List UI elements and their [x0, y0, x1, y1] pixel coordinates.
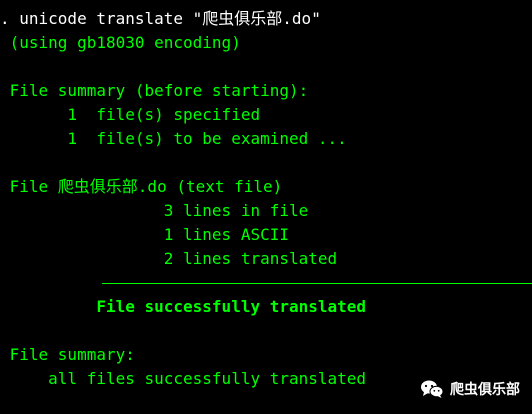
- watermark-label: 爬虫俱乐部: [450, 382, 520, 398]
- encoding-note: (using gb18030 encoding): [0, 33, 241, 52]
- lines-in-file: 3 lines in file: [0, 201, 309, 220]
- files-examined: 1 file(s) to be examined ...: [0, 129, 347, 148]
- separator-rule: [102, 283, 532, 284]
- summary-heading: File summary:: [0, 345, 135, 364]
- watermark: 爬虫俱乐部: [420, 377, 520, 401]
- all-translated: all files successfully translated: [0, 369, 367, 388]
- file-heading: File 爬虫俱乐部.do (text file): [0, 177, 283, 196]
- lines-translated: 2 lines translated: [0, 249, 338, 268]
- success-message: File successfully translated: [0, 297, 367, 316]
- files-specified: 1 file(s) specified: [0, 105, 261, 124]
- summary-before-heading: File summary (before starting):: [0, 81, 309, 100]
- lines-ascii: 1 lines ASCII: [0, 225, 289, 244]
- console-window: . unicode translate "爬虫俱乐部.do" (using gb…: [0, 0, 532, 414]
- command-line: . unicode translate "爬虫俱乐部.do": [0, 9, 321, 28]
- wechat-icon: [420, 379, 444, 399]
